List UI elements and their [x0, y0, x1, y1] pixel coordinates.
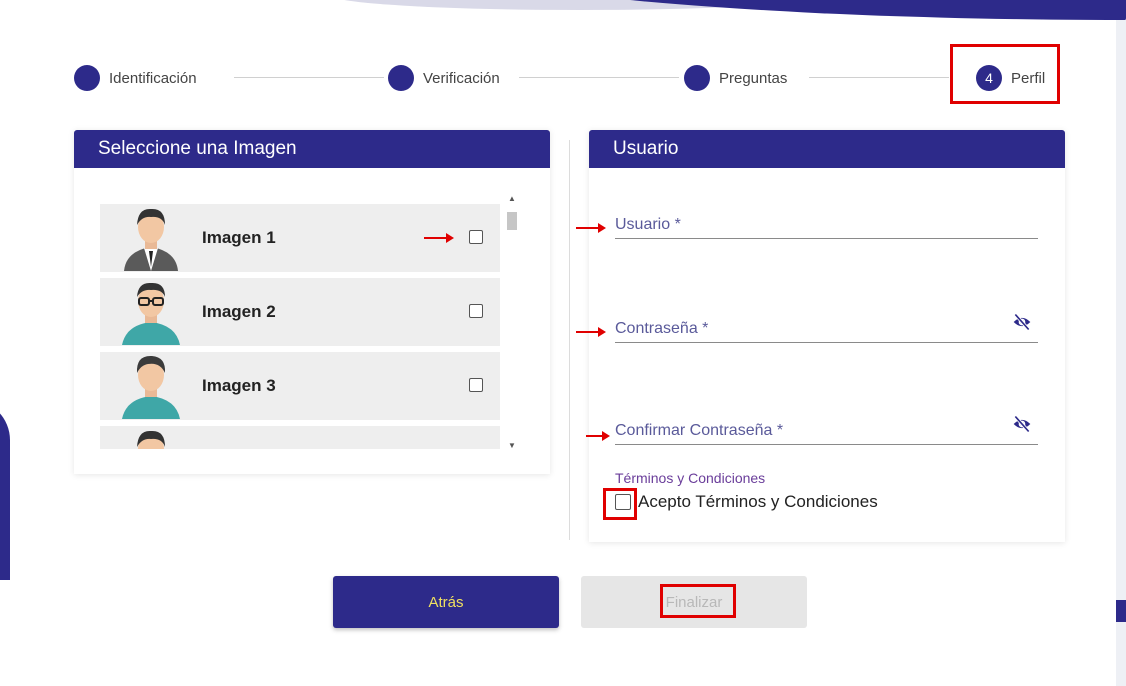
background-right-strip [1116, 20, 1126, 686]
image-item-label: Imagen 2 [202, 302, 276, 321]
step-connector [234, 77, 384, 78]
terms-link[interactable]: Términos y Condiciones [615, 470, 765, 486]
password-field[interactable]: Contraseña * [615, 313, 1038, 343]
image-card-title: Seleccione una Imagen [74, 130, 550, 168]
scroll-up-icon[interactable]: ▲ [508, 194, 516, 203]
background-right-shape [1116, 600, 1126, 622]
eye-slash-icon[interactable] [1012, 312, 1032, 332]
terms-row[interactable]: Acepto Términos y Condiciones [615, 492, 878, 512]
image-list-scrollbar[interactable]: ▲ ▼ [504, 194, 520, 450]
image-1-checkbox[interactable] [469, 230, 483, 244]
panel-divider [569, 140, 570, 540]
username-label: Usuario * [615, 216, 681, 233]
image-item-label: Imagen 1 [202, 228, 276, 247]
confirm-password-label: Confirmar Contraseña * [615, 422, 784, 439]
user-avatar-icon [124, 208, 178, 271]
user-avatar-icon [122, 355, 180, 419]
step-label: Identificación [109, 69, 197, 87]
step-label: Preguntas [719, 69, 788, 87]
step-identificacion: Identificación [74, 64, 205, 92]
terms-checkbox-label[interactable]: Acepto Términos y Condiciones [638, 492, 878, 512]
user-card-title: Usuario [589, 130, 1065, 168]
annotation-arrow [576, 223, 606, 233]
password-label: Contraseña * [615, 320, 709, 337]
step-verificacion: Verificación [388, 64, 508, 92]
scroll-down-icon[interactable]: ▼ [508, 441, 516, 450]
list-item[interactable]: Imagen 3 [100, 352, 500, 420]
step-connector [809, 77, 949, 78]
image-selection-card: Seleccione una Imagen Imagen 1 Imagen 2 … [74, 130, 550, 474]
background-left-shape [0, 400, 10, 580]
eye-slash-icon[interactable] [1012, 414, 1032, 434]
annotation-arrow [424, 233, 454, 243]
annotation-highlight-box [950, 44, 1060, 104]
step-dot [74, 65, 100, 91]
user-form-card: Usuario Usuario * Contraseña * Confirmar… [589, 130, 1065, 542]
back-button[interactable]: Atrás [333, 576, 559, 628]
step-dot [684, 65, 710, 91]
image-item-label: Imagen 3 [202, 376, 276, 395]
image-3-checkbox[interactable] [469, 378, 483, 392]
annotation-highlight-box [603, 488, 637, 520]
progress-stepper: Identificación Verificación Preguntas 4 … [74, 44, 1064, 104]
step-connector [519, 77, 679, 78]
username-field[interactable]: Usuario * [615, 212, 1038, 239]
scrollbar-thumb[interactable] [507, 212, 517, 230]
list-item[interactable]: Imagen 2 [100, 278, 500, 346]
annotation-arrow [576, 327, 606, 337]
user-avatar-icon [137, 430, 165, 449]
image-2-checkbox[interactable] [469, 304, 483, 318]
step-dot [388, 65, 414, 91]
step-label: Verificación [423, 69, 500, 87]
step-preguntas: Preguntas [684, 64, 796, 92]
annotation-highlight-box [660, 584, 736, 618]
confirm-password-field[interactable]: Confirmar Contraseña * [615, 415, 1038, 445]
annotation-arrow [586, 431, 610, 441]
list-item[interactable] [100, 426, 500, 449]
user-avatar-icon [122, 282, 180, 345]
image-list[interactable]: Imagen 1 Imagen 2 Imagen 3 [100, 204, 500, 449]
